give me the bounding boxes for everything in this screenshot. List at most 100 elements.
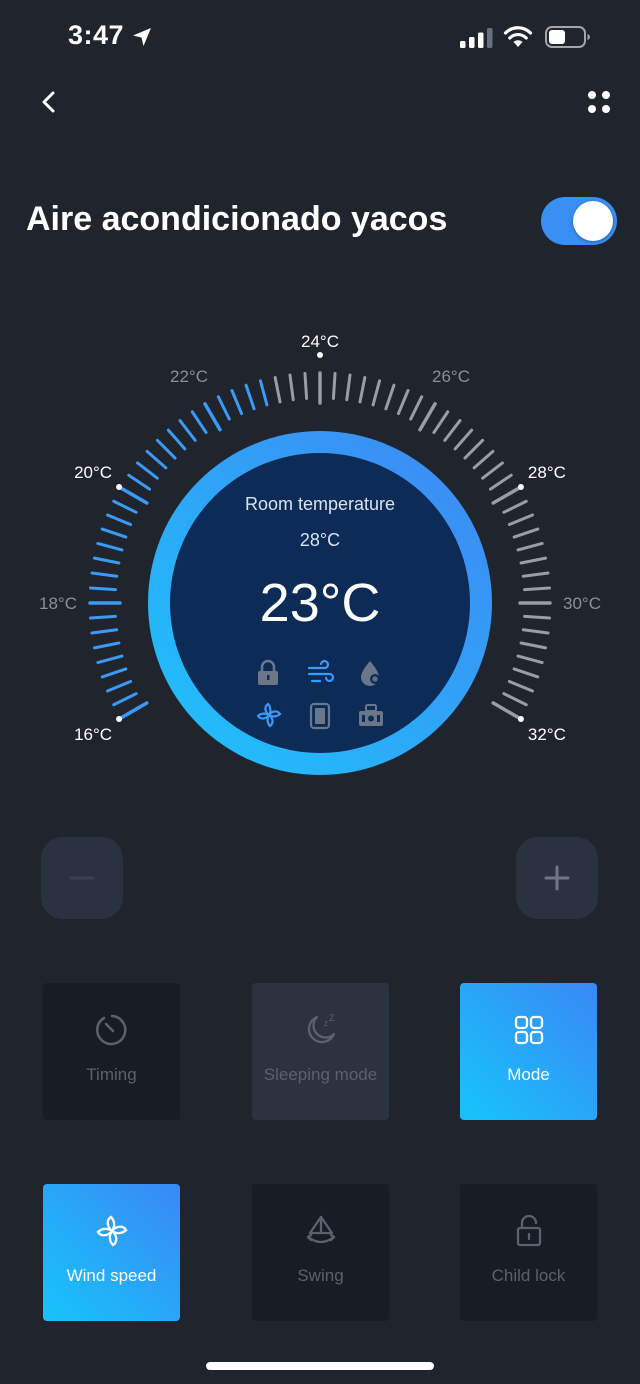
dial-tick xyxy=(521,571,550,578)
dial-tick xyxy=(523,614,552,620)
grid-mode-icon xyxy=(514,1015,543,1045)
dial-tick xyxy=(396,389,410,416)
dial-tick xyxy=(418,402,437,432)
dial-tick xyxy=(88,614,117,620)
dial-tick xyxy=(100,527,128,539)
unlock-icon xyxy=(516,1214,541,1247)
child-lock-tile[interactable]: Child lock xyxy=(460,1184,597,1321)
dial-tick xyxy=(519,556,548,565)
status-time: 3:47 xyxy=(68,20,125,50)
room-temperature-label: Room temperature xyxy=(244,494,396,514)
dial-tick xyxy=(106,513,133,527)
dial-tick xyxy=(516,654,544,665)
dial-tick xyxy=(502,499,528,514)
location-arrow-icon xyxy=(133,28,151,46)
dial-tick xyxy=(127,473,152,491)
dial-tick xyxy=(453,428,474,451)
dial-tick xyxy=(119,701,149,720)
toggle-knob xyxy=(573,201,613,241)
cellular-signal-icon xyxy=(460,28,493,48)
dial-tick-label: 28°C xyxy=(528,463,566,482)
dial-tick xyxy=(178,419,197,442)
back-button[interactable] xyxy=(30,82,70,122)
moon-icon: z Z xyxy=(307,1013,335,1044)
svg-text:z: z xyxy=(324,1019,328,1028)
dial-tick-label: 24°C xyxy=(301,332,339,351)
dial-tick xyxy=(472,449,495,470)
dial-tick xyxy=(519,641,548,650)
swing-tile[interactable]: Swing xyxy=(252,1184,389,1321)
dial-tick xyxy=(288,373,295,402)
sleeping-mode-label: Sleeping mode xyxy=(263,1065,378,1084)
dial-tick xyxy=(512,667,540,679)
dial-tick xyxy=(303,371,309,400)
dial-tick-label: 18°C xyxy=(39,594,77,613)
dial-tick xyxy=(443,419,462,442)
dial-tick xyxy=(523,586,552,592)
dial-tick-label: 16°C xyxy=(74,725,112,744)
dial-tick xyxy=(507,679,534,693)
dial-tick xyxy=(92,556,121,565)
dial-tick-label: 30°C xyxy=(563,594,601,613)
wind-speed-tile[interactable]: Wind speed xyxy=(43,1184,180,1321)
dial-tick xyxy=(119,486,149,505)
device-title: Aire acondicionado yacos xyxy=(26,200,448,238)
timing-label: Timing xyxy=(86,1065,137,1084)
dial-tick xyxy=(507,513,534,527)
set-temperature: 23°C xyxy=(259,573,381,633)
dial-tick xyxy=(463,438,485,460)
more-options-button[interactable] xyxy=(580,82,620,122)
dial-tick xyxy=(92,641,121,650)
sleeping-mode-tile[interactable]: z Z Sleeping mode xyxy=(252,983,389,1120)
minus-icon xyxy=(69,876,95,880)
wifi-icon xyxy=(503,26,533,47)
dial-marker-dot xyxy=(116,716,123,722)
power-toggle[interactable] xyxy=(541,197,617,245)
dial-tick xyxy=(230,389,244,416)
dial-tick xyxy=(358,375,367,404)
dial-tick xyxy=(384,383,396,411)
dial-tick-label: 22°C xyxy=(170,367,208,386)
mode-tile[interactable]: Mode xyxy=(460,983,597,1120)
dial-tick xyxy=(96,654,124,665)
dial-tick xyxy=(90,571,119,578)
dial-tick xyxy=(106,679,133,693)
dial-tick xyxy=(488,473,513,491)
dial-tick xyxy=(155,438,177,460)
dial-tick xyxy=(273,375,282,404)
timer-icon xyxy=(95,1014,126,1046)
battery-icon xyxy=(545,26,590,48)
dial-tick xyxy=(432,410,450,435)
timing-tile[interactable]: Timing xyxy=(43,983,180,1120)
decrease-temperature-button[interactable] xyxy=(41,837,123,919)
dial-tick-label: 32°C xyxy=(528,725,566,744)
mode-label: Mode xyxy=(507,1065,550,1084)
increase-temperature-button[interactable] xyxy=(516,837,598,919)
dial-tick xyxy=(96,541,124,552)
dial-tick xyxy=(112,692,138,707)
swing-label: Swing xyxy=(297,1266,344,1285)
dial-tick xyxy=(136,461,159,480)
dial-tick xyxy=(409,395,424,421)
dial-marker-dot xyxy=(517,716,524,722)
dial-tick xyxy=(112,499,138,514)
dial-marker-dot xyxy=(517,484,524,490)
plus-icon xyxy=(544,865,570,891)
svg-text:Z: Z xyxy=(329,1013,335,1023)
dial-tick xyxy=(190,410,208,435)
dial-tick xyxy=(331,371,337,400)
child-lock-label: Child lock xyxy=(491,1266,566,1285)
dial-marker-dot xyxy=(317,352,323,358)
wind-speed-label: Wind speed xyxy=(66,1266,157,1285)
dial-tick xyxy=(345,373,352,402)
swing-icon xyxy=(306,1215,335,1244)
home-indicator xyxy=(206,1362,434,1370)
dial-tick-label: 20°C xyxy=(74,463,112,482)
dial-tick xyxy=(244,383,256,411)
fan-speed-icon xyxy=(96,1215,127,1247)
dial-tick xyxy=(516,541,544,552)
dial-tick xyxy=(521,628,550,635)
dial-tick xyxy=(90,628,119,635)
dial-tick xyxy=(216,395,231,421)
dial-tick xyxy=(100,667,128,679)
